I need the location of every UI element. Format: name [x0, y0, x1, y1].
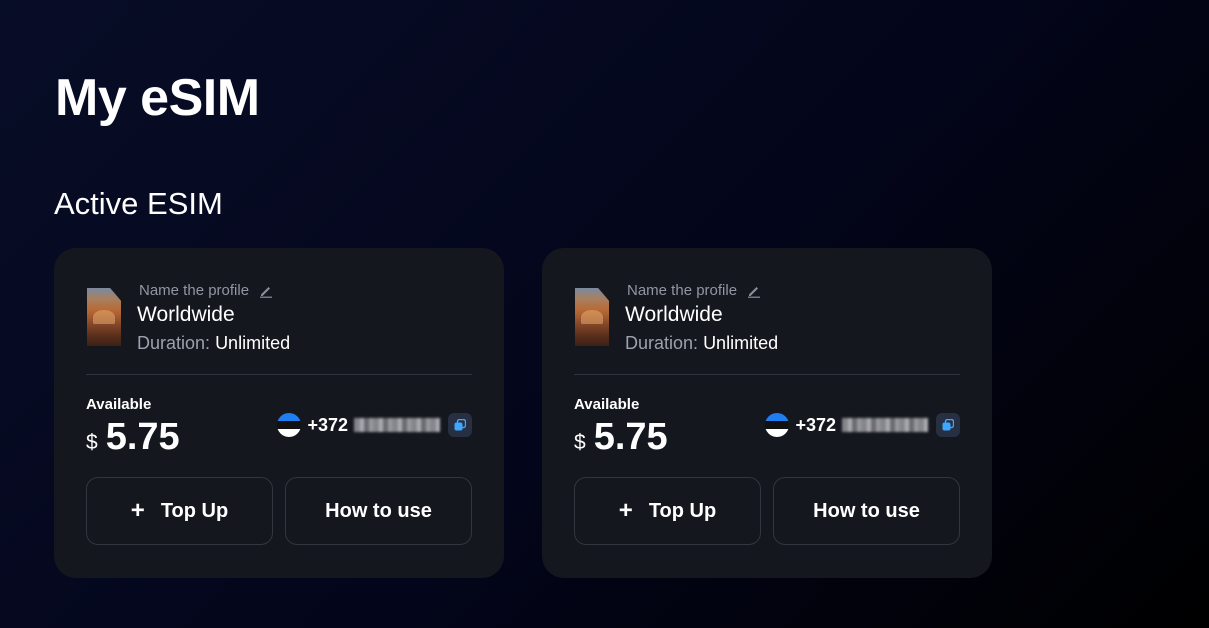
how-to-use-label: How to use: [813, 499, 920, 522]
balance: $ 5.75: [86, 416, 180, 459]
sim-card-image: [575, 288, 609, 346]
profile-name-row[interactable]: Name the profile: [627, 282, 761, 299]
phone-prefix: +372: [795, 414, 836, 435]
divider: [86, 374, 472, 375]
currency-symbol: $: [574, 431, 586, 454]
top-up-button[interactable]: + Top Up: [86, 477, 273, 545]
masked-phone-number: [842, 418, 928, 432]
esim-card: Name the profile Worldwide Duration: Unl…: [542, 248, 992, 578]
phone-number-row: +372: [765, 413, 960, 437]
how-to-use-button[interactable]: How to use: [773, 477, 960, 545]
divider: [574, 374, 960, 375]
available-label: Available: [86, 396, 152, 413]
phone-prefix: +372: [307, 414, 348, 435]
top-up-label: Top Up: [648, 499, 717, 522]
estonia-flag-icon: [277, 413, 302, 437]
profile-name-row[interactable]: Name the profile: [139, 282, 273, 299]
duration-value: Unlimited: [703, 333, 779, 353]
phone-number-row: +372: [277, 413, 472, 437]
duration: Duration: Unlimited: [137, 333, 290, 354]
balance-amount: 5.75: [105, 416, 180, 458]
section-title-active-esim: Active ESIM: [54, 186, 223, 221]
page-title: My eSIM: [55, 69, 260, 127]
plan-name: Worldwide: [137, 303, 235, 326]
currency-symbol: $: [86, 431, 98, 454]
esim-card: Name the profile Worldwide Duration: Unl…: [54, 248, 504, 578]
profile-name-label: Name the profile: [627, 282, 738, 299]
estonia-flag-icon: [765, 413, 790, 437]
duration-label: Duration:: [625, 333, 699, 353]
how-to-use-label: How to use: [325, 499, 432, 522]
balance: $ 5.75: [574, 416, 668, 459]
duration: Duration: Unlimited: [625, 333, 778, 354]
duration-label: Duration:: [137, 333, 211, 353]
pencil-icon[interactable]: [747, 284, 761, 298]
plus-icon: +: [618, 497, 633, 524]
masked-phone-number: [354, 418, 440, 432]
profile-name-label: Name the profile: [139, 282, 250, 299]
top-up-label: Top Up: [160, 499, 229, 522]
plan-name: Worldwide: [625, 303, 723, 326]
duration-value: Unlimited: [215, 333, 291, 353]
balance-amount: 5.75: [593, 416, 668, 458]
esim-card-list: Name the profile Worldwide Duration: Unl…: [54, 248, 992, 578]
copy-icon[interactable]: [936, 413, 960, 437]
pencil-icon[interactable]: [259, 284, 273, 298]
sim-card-image: [87, 288, 121, 346]
copy-icon[interactable]: [448, 413, 472, 437]
how-to-use-button[interactable]: How to use: [285, 477, 472, 545]
plus-icon: +: [130, 497, 145, 524]
top-up-button[interactable]: + Top Up: [574, 477, 761, 545]
available-label: Available: [574, 396, 640, 413]
